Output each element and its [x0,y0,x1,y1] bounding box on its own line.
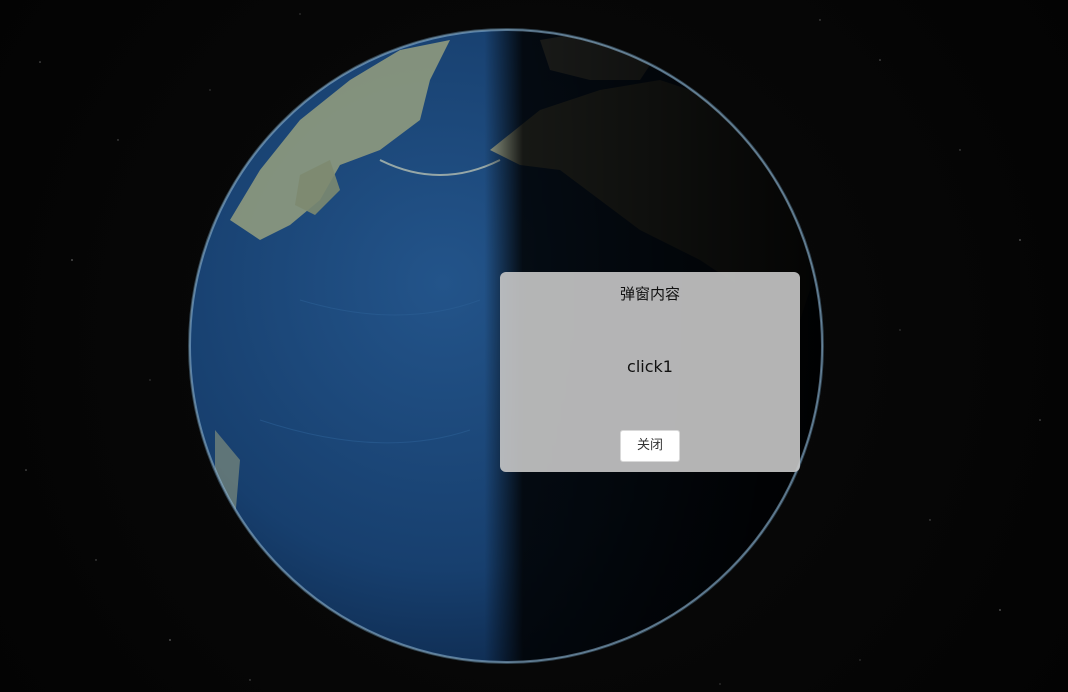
globe-viewer[interactable]: 弹窗内容 click1 关闭 [0,0,1068,692]
popup-content: click1 [627,357,673,376]
info-popup: 弹窗内容 click1 关闭 [500,272,800,472]
close-button[interactable]: 关闭 [620,430,680,462]
popup-title: 弹窗内容 [619,285,680,303]
